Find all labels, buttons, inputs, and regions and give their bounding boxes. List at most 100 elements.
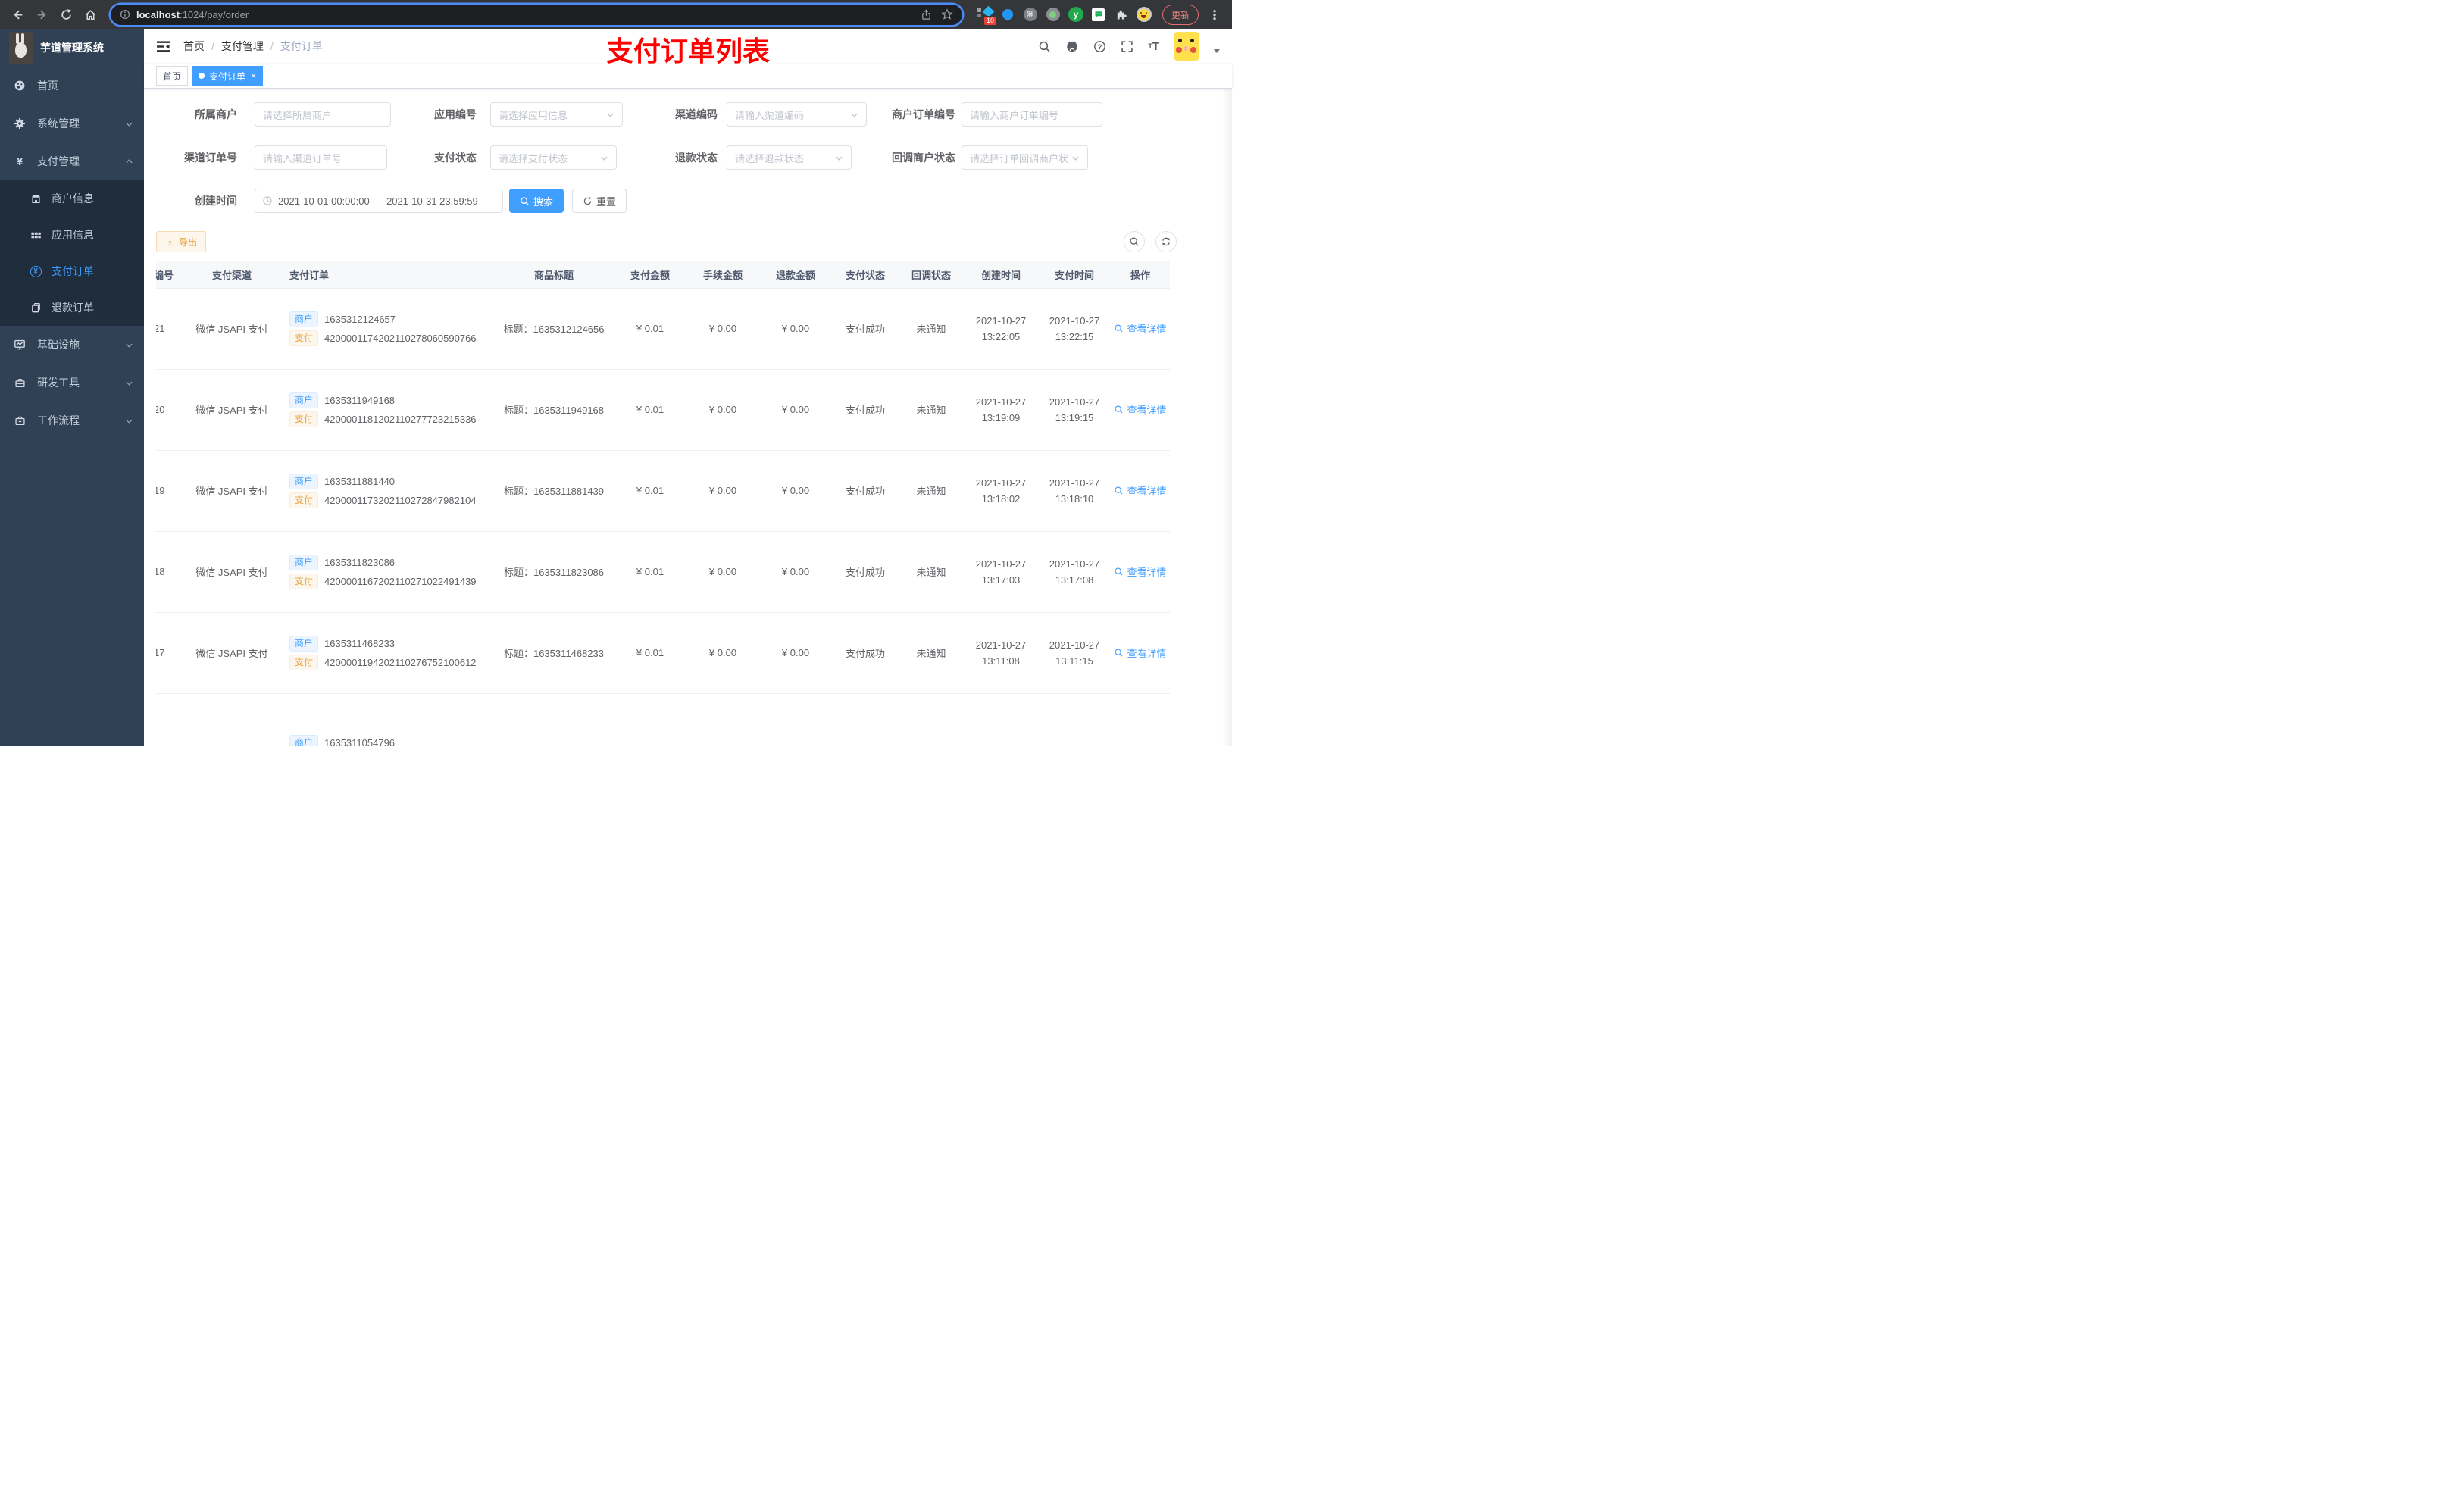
app-logo-row[interactable]: 芋道管理系统 xyxy=(0,29,144,67)
column-header: 支付渠道 xyxy=(182,261,282,289)
toggle-search-button[interactable] xyxy=(1124,231,1145,252)
placeholder-text: 请输入渠道订单号 xyxy=(263,152,342,164)
filter-pay-status-select[interactable]: 请选择支付状态 xyxy=(490,145,617,170)
browser-reload-icon[interactable] xyxy=(55,3,77,26)
reset-button[interactable]: 重置 xyxy=(572,189,627,213)
chevron-down-icon xyxy=(125,120,133,128)
filter-app-no-label: 应用编号 xyxy=(434,108,477,120)
datetime-cell: 2021-10-27 13:18:02 xyxy=(975,477,1027,505)
address-bar[interactable]: localhost:1024/pay/order xyxy=(111,4,962,25)
table-cell: 标题：1635311881439 xyxy=(494,450,614,532)
filter-merchant-input[interactable]: 请选择所属商户 xyxy=(255,102,391,127)
table-cell: 17 xyxy=(156,612,182,694)
chevron-down-icon xyxy=(125,341,133,349)
breadcrumb-home[interactable]: 首页 xyxy=(183,39,205,54)
filter-notify-status-select[interactable]: 请选择订单回调商户状态 xyxy=(962,145,1088,170)
pay-order-cell: 商户 1635311468233 支付 42000011942021102767521… xyxy=(282,635,494,670)
avatar-caret-icon[interactable] xyxy=(1214,48,1220,53)
table-cell: 查看详情 xyxy=(1111,531,1170,613)
breadcrumb-pay-management[interactable]: 支付管理 xyxy=(221,39,264,54)
view-detail-link[interactable]: 查看详情 xyxy=(1114,321,1167,336)
browser-update-button[interactable]: 更新 xyxy=(1162,4,1199,25)
table-cell: 2021-10-27 13:11:15 xyxy=(1038,612,1111,694)
browser-home-icon[interactable] xyxy=(79,3,102,26)
sidebar-item-home[interactable]: 首页 xyxy=(0,67,144,105)
table-cell xyxy=(182,693,282,746)
balloon-extension-icon[interactable] xyxy=(999,5,1017,24)
table-row: 20 微信 JSAPI 支付商户 1635311949168 支付 4200001181… xyxy=(156,369,1170,451)
command-extension-icon[interactable]: ⌘ xyxy=(1021,5,1040,24)
bookmark-star-icon[interactable] xyxy=(941,8,953,20)
view-detail-link[interactable]: 查看详情 xyxy=(1114,483,1167,498)
datetime-cell: 2021-10-27 13:19:09 xyxy=(975,395,1027,424)
fullscreen-icon[interactable] xyxy=(1121,40,1134,53)
table-cell: 商户 1635311468233 支付 42000011942021102767521… xyxy=(282,612,494,694)
table-cell: 查看详情 xyxy=(1111,288,1170,370)
view-detail-link[interactable]: 查看详情 xyxy=(1114,564,1167,579)
tab-home[interactable]: 首页 xyxy=(156,66,189,86)
tab-pay-order[interactable]: 支付订单 × xyxy=(192,66,264,86)
table-cell: 支付成功 xyxy=(832,288,899,370)
order-no-line: 支付 4200001194202110276752100612 xyxy=(289,654,494,670)
browser-forward-icon[interactable] xyxy=(30,3,53,26)
briefcase-icon xyxy=(14,414,26,427)
blue-diamond-extension-icon[interactable]: 10 xyxy=(976,5,997,26)
pay-order-cell: 商户 1635311054796 xyxy=(282,734,494,746)
placeholder-text: 请选择订单回调商户状态 xyxy=(970,152,1068,164)
table-cell: ¥ 0.00 xyxy=(686,531,759,613)
browser-back-icon[interactable] xyxy=(6,3,29,26)
filter-channel-code-select[interactable]: 请输入渠道编码 xyxy=(727,102,867,127)
datetime-cell: 2021-10-27 13:19:15 xyxy=(1049,395,1100,424)
filter-app-no-select[interactable]: 请选择应用信息 xyxy=(490,102,623,127)
filter-channel-order-no-input[interactable]: 请输入渠道订单号 xyxy=(255,145,387,170)
sidebar-item-app-info[interactable]: 应用信息 xyxy=(0,217,144,253)
clock-icon xyxy=(262,195,273,206)
header-search-icon[interactable] xyxy=(1038,40,1051,53)
sidebar-item-infrastructure[interactable]: 基础设施 xyxy=(0,326,144,364)
sidebar-item-refund-order[interactable]: 退款订单 xyxy=(0,289,144,326)
filter-refund-status-select[interactable]: 请选择退款状态 xyxy=(727,145,852,170)
yen-circle-icon: ¥ xyxy=(30,265,42,277)
top-navbar: 首页 / 支付管理 / 支付订单 支付订单列表 ? T T xyxy=(144,29,1232,67)
font-size-icon[interactable]: TT xyxy=(1148,41,1159,52)
user-avatar[interactable] xyxy=(1174,32,1199,61)
chat-extension-icon[interactable] xyxy=(1090,5,1108,24)
table-cell: 2021-10-27 13:11:08 xyxy=(964,612,1038,694)
sidebar-item-workflow[interactable]: 工作流程 xyxy=(0,402,144,439)
browser-menu-icon[interactable]: • • • xyxy=(1203,3,1226,26)
chevron-up-icon xyxy=(125,158,133,166)
pay-order-cell: 商户 1635311823086 支付 42000011672021102710224… xyxy=(282,554,494,589)
help-icon[interactable]: ? xyxy=(1093,40,1106,53)
documents-icon xyxy=(30,302,42,314)
export-button[interactable]: 导出 xyxy=(156,231,207,252)
sidebar-item-pay-order[interactable]: ¥ 支付订单 xyxy=(0,253,144,289)
create-time-range-input[interactable]: 2021-10-01 00:00:00 - 2021-10-31 23:59:5… xyxy=(255,189,503,213)
table-cell: 2021-10-27 13:18:02 xyxy=(964,450,1038,532)
sidebar-item-label: 支付订单 xyxy=(52,265,94,277)
table-cell: ¥ 0.00 xyxy=(686,288,759,370)
share-icon[interactable] xyxy=(921,9,932,20)
order-no-line: 商户 1635311949168 xyxy=(289,392,494,408)
sidebar-item-merchant-info[interactable]: 商户信息 xyxy=(0,180,144,217)
view-detail-link[interactable]: 查看详情 xyxy=(1114,645,1167,660)
github-icon[interactable] xyxy=(1065,39,1079,53)
y-extension-icon[interactable]: y xyxy=(1067,5,1085,24)
sidebar-item-dev-tools[interactable]: 研发工具 xyxy=(0,364,144,402)
sidebar-item-system[interactable]: 系统管理 xyxy=(0,105,144,142)
info-icon[interactable] xyxy=(120,9,130,20)
refresh-button[interactable] xyxy=(1155,231,1177,252)
sidebar-menu: 首页系统管理 ¥ 支付管理 商户信息应用信息 ¥ 支付订单退款订单 基础设施 研发工具 工作流程 xyxy=(0,67,144,439)
search-button[interactable]: 搜索 xyxy=(509,189,564,213)
tab-close-icon[interactable]: × xyxy=(251,71,256,80)
sidebar-item-label: 应用信息 xyxy=(52,229,94,241)
order-number: 4200001167202110271022491439 xyxy=(324,575,477,587)
sidebar-item-label: 系统管理 xyxy=(37,117,80,130)
sidebar-fold-icon[interactable] xyxy=(156,40,170,53)
sidebar-item-payment[interactable]: ¥ 支付管理 xyxy=(0,142,144,180)
puzzle-extension-icon[interactable] xyxy=(1112,5,1130,24)
record-extension-icon[interactable] xyxy=(1044,5,1062,24)
filter-merchant-order-no-input[interactable]: 请输入商户订单编号 xyxy=(962,102,1102,127)
emoji-profile-icon[interactable] xyxy=(1135,5,1153,24)
order-number: 4200001174202110278060590766 xyxy=(324,332,477,344)
view-detail-link[interactable]: 查看详情 xyxy=(1114,402,1167,417)
